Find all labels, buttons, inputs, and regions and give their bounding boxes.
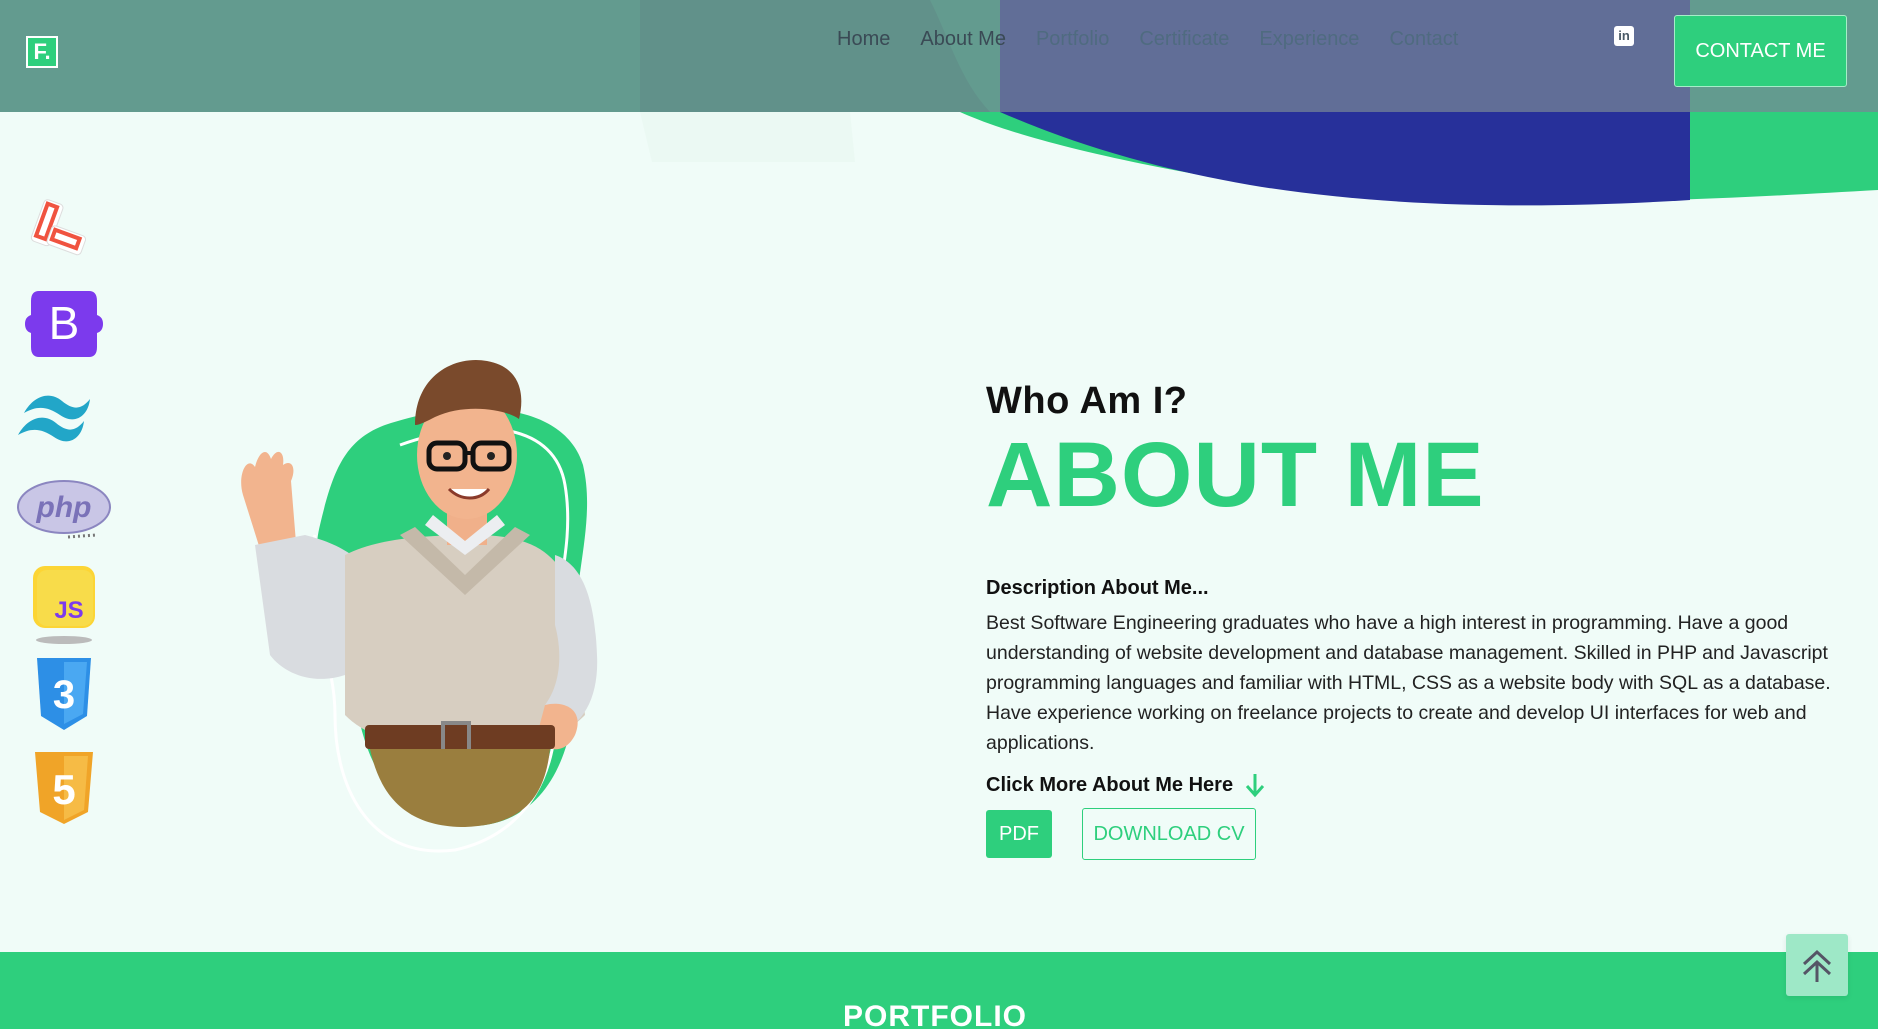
- back-to-top-button[interactable]: [1786, 934, 1848, 996]
- nav-home-link[interactable]: Home: [837, 28, 890, 51]
- svg-text:3: 3: [53, 673, 75, 717]
- html5-icon: 5: [16, 751, 112, 825]
- top-navbar: F. Home About Me Portfolio Certificate E…: [0, 0, 1878, 112]
- svg-text:B: B: [49, 297, 80, 349]
- click-more-text: Click More About Me Here: [986, 773, 1234, 796]
- about-buttons: PDF DOWNLOAD CV: [986, 808, 1856, 860]
- nav-certificate-link[interactable]: Certificate: [1139, 28, 1229, 51]
- nav-portfolio-link[interactable]: Portfolio: [1036, 28, 1109, 51]
- description-text: Best Software Engineering graduates who …: [986, 612, 1831, 754]
- javascript-icon: JS: [16, 566, 112, 644]
- nav-about-link[interactable]: About Me: [920, 28, 1006, 51]
- double-arrow-up-icon: [1802, 949, 1832, 982]
- tailwind-icon: [16, 380, 112, 454]
- laravel-icon: [16, 195, 112, 269]
- about-subtitle: Who Am I?: [986, 380, 1188, 422]
- arrow-down-icon: [1245, 774, 1265, 798]
- about-title: ABOUT ME: [986, 424, 1485, 526]
- nav-contact-link[interactable]: Contact: [1389, 28, 1458, 51]
- download-cv-button[interactable]: DOWNLOAD CV: [1082, 808, 1256, 860]
- main-nav: Home About Me Portfolio Certificate Expe…: [837, 28, 1458, 51]
- svg-text:5: 5: [52, 766, 75, 813]
- portfolio-section: PORTFOLIO: [0, 952, 1878, 1029]
- css3-icon: 3: [16, 657, 112, 731]
- svg-text:JS: JS: [54, 597, 83, 624]
- svg-text:php: php: [36, 491, 92, 524]
- bootstrap-icon: B: [16, 287, 112, 361]
- pdf-button[interactable]: PDF: [986, 810, 1052, 858]
- character-illustration: [225, 355, 705, 855]
- page: F. Home About Me Portfolio Certificate E…: [0, 0, 1878, 1029]
- portfolio-title: PORTFOLIO: [843, 1000, 1027, 1029]
- linkedin-icon[interactable]: in: [1614, 26, 1634, 46]
- description-label: Description About Me...: [986, 577, 1209, 599]
- contact-me-button[interactable]: CONTACT ME: [1674, 15, 1847, 87]
- nav-experience-link[interactable]: Experience: [1259, 28, 1359, 51]
- click-more-label: Click More About Me Here: [986, 772, 1856, 798]
- brand-logo[interactable]: F.: [26, 36, 58, 68]
- php-icon: php: [16, 473, 112, 547]
- about-section: Who Am I? ABOUT ME Description About Me.…: [986, 380, 1856, 860]
